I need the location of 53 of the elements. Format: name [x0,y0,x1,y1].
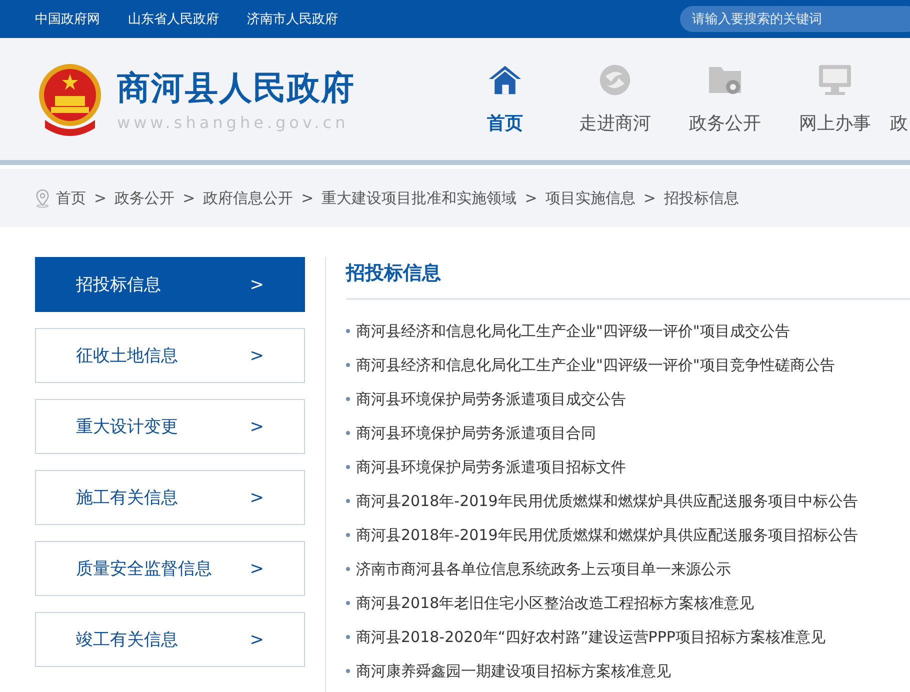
bullet-icon [346,601,350,605]
breadcrumb-link[interactable]: 重大建设项目批准和实施领域 [322,188,517,208]
breadcrumb-separator: > [524,189,538,207]
bullet-icon [346,329,350,333]
bullet-icon [346,533,350,537]
article-link[interactable]: 商河县2018年-2019年民用优质燃煤和燃煤炉具供应配送服务项目招标公告 [356,526,858,544]
monitor-icon [817,63,853,97]
sidebar-item[interactable]: 竣工有关信息 > [35,612,305,667]
bullet-icon [346,465,350,469]
bullet-icon [346,499,350,503]
article-link[interactable]: 商河康养舜鑫园一期建设项目招标方案核准意见 [356,662,671,680]
bullet-icon [346,397,350,401]
bullet-icon [346,431,350,435]
article-link[interactable]: 商河县2018年-2019年民用优质燃煤和燃煤炉具供应配送服务项目中标公告 [356,492,858,510]
article-link[interactable]: 商河县环境保护局劳务派遣项目合同 [356,424,596,442]
article-link[interactable]: 商河县环境保护局劳务派遣项目成交公告 [356,390,626,408]
section-title: 招投标信息 [346,257,910,300]
nav-item[interactable]: 首页 [450,63,560,135]
breadcrumb-link[interactable]: 招投标信息 [664,188,739,208]
breadcrumb-separator: > [301,189,314,207]
bullet-icon [346,669,350,673]
article-link[interactable]: 商河县2018年老旧住宅小区整治改造工程招标方案核准意见 [356,594,754,612]
top-link[interactable]: 中国政府网 [35,10,100,28]
site-title: 商河县人民政府 [117,67,355,109]
sidebar-item[interactable]: 招投标信息 > [35,257,305,312]
search-field[interactable]: 请输入要搜索的关键词 [680,6,910,32]
article-link[interactable]: 济南市商河县各单位信息系统政务上云项目单一来源公示 [356,560,731,578]
article-link[interactable]: 商河县2018-2020年“四好农村路”建设运营PPP项目招标方案核准意见 [356,628,826,646]
sidebar-item[interactable]: 质量安全监督信息 > [35,541,305,596]
breadcrumb-separator: > [182,189,196,207]
breadcrumb-link[interactable]: 政府信息公开 [203,188,294,208]
article-link[interactable]: 商河县经济和信息化局化工生产企业"四评级一评价"项目成交公告 [356,322,790,340]
sidebar-item[interactable]: 征收土地信息 > [35,328,305,383]
nav-item[interactable]: 网上办事 [780,63,890,135]
breadcrumb-separator: > [94,189,107,207]
article-link[interactable]: 商河县环境保护局劳务派遣项目招标文件 [356,458,626,476]
breadcrumb-link[interactable]: 政务公开 [114,188,175,208]
top-link[interactable]: 济南市人民政府 [247,10,338,28]
bullet-icon [346,363,350,367]
article-link[interactable]: 商河县经济和信息化局化工生产企业"四评级一评价"项目竞争性磋商公告 [356,356,835,374]
breadcrumb-link[interactable]: 首页 [56,188,86,208]
sidebar-item[interactable]: 施工有关信息 > [35,470,305,525]
location-icon [35,188,50,208]
bullet-icon [346,635,350,639]
sidebar-item[interactable]: 重大设计变更 > [35,399,305,454]
top-link[interactable]: 山东省人民政府 [128,10,219,28]
breadcrumb-link[interactable]: 项目实施信息 [545,188,636,208]
nav-item[interactable]: 政 [890,63,910,135]
swirl-icon [598,63,632,97]
nav-item[interactable]: 走进商河 [560,63,670,135]
bullet-icon [346,567,350,571]
nav-item[interactable]: 政务公开 [670,63,780,135]
breadcrumb-separator: > [643,189,656,207]
